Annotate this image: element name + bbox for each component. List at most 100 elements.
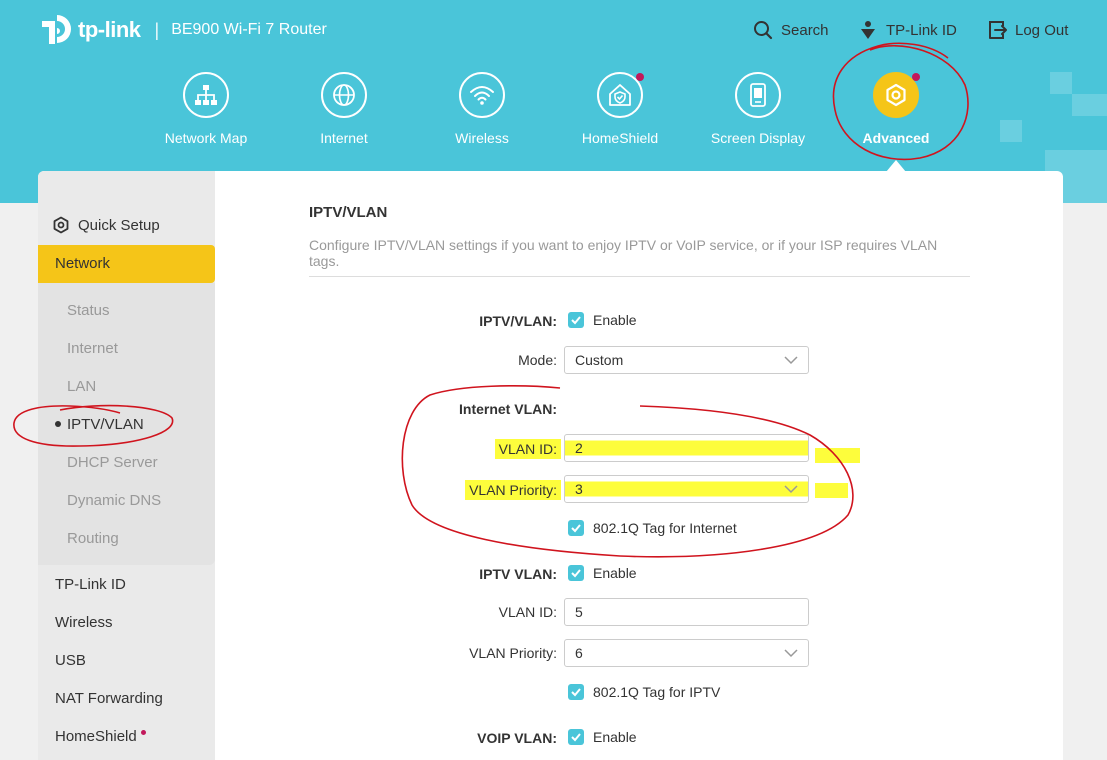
main-card: Quick Setup Network Status Internet LAN …: [38, 171, 1063, 760]
tplink-id-icon: [861, 21, 875, 39]
wifi-icon: [470, 86, 494, 105]
sidebar-subitem-internet[interactable]: Internet: [67, 340, 118, 357]
tplink-id-link[interactable]: TP-Link ID: [858, 20, 957, 40]
sidebar-item-usb[interactable]: USB: [55, 652, 86, 669]
priority-value: 6: [575, 645, 583, 661]
mode-value: Custom: [575, 352, 624, 368]
sidebar-item-homeshield[interactable]: HomeShield: [55, 728, 146, 745]
nav-advanced[interactable]: Advanced: [826, 72, 966, 146]
nav-circle: [597, 72, 644, 118]
priority-value: 3: [575, 481, 583, 497]
chevron-down-icon: [784, 356, 798, 365]
sidebar-subitem-lan[interactable]: LAN: [67, 378, 96, 395]
nav-circle: [873, 72, 920, 118]
tag-iptv-checkbox[interactable]: 802.1Q Tag for IPTV: [568, 684, 720, 700]
top-links: Search TP-Link ID Log Out: [0, 20, 1107, 44]
mode-label: Mode:: [518, 352, 557, 368]
nav-circle: [183, 72, 229, 118]
main-nav: Network Map Internet Wireless HomeShield: [0, 72, 1107, 162]
iptv-vlan-priority-select[interactable]: 6: [564, 639, 809, 667]
checkbox-label: 802.1Q Tag for IPTV: [593, 684, 721, 700]
screen-display-icon: [750, 83, 766, 107]
divider: [309, 276, 970, 277]
internet-vlan-id-label: VLAN ID:: [494, 439, 561, 459]
search-link[interactable]: Search: [753, 20, 829, 40]
nav-screen-display[interactable]: Screen Display: [688, 72, 828, 146]
current-item-bullet: [55, 421, 61, 427]
logout-link[interactable]: Log Out: [987, 20, 1068, 40]
sidebar: Quick Setup Network Status Internet LAN …: [38, 171, 215, 760]
iptv-vlan-priority-label: VLAN Priority:: [469, 645, 557, 661]
nav-homeshield[interactable]: HomeShield: [550, 72, 690, 146]
gear-icon: [53, 216, 69, 234]
search-link-label: Search: [781, 21, 829, 39]
iptv-vlan-enable-checkbox[interactable]: Enable: [568, 312, 637, 328]
check-icon: [571, 688, 581, 697]
mode-select[interactable]: Custom: [564, 346, 809, 374]
globe-icon: [333, 84, 355, 106]
check-icon: [571, 316, 581, 325]
quick-setup-label: Quick Setup: [78, 216, 160, 234]
checkbox-label: 802.1Q Tag for Internet: [593, 520, 737, 536]
nav-circle: [459, 72, 505, 118]
check-icon: [571, 524, 581, 533]
checkbox-label: Enable: [593, 312, 637, 328]
sidebar-item-label: HomeShield: [55, 728, 137, 745]
iptv-vlan-id-input[interactable]: [564, 598, 809, 626]
nav-label: Advanced: [862, 130, 930, 146]
homeshield-icon: [609, 84, 631, 106]
checkbox-box: [568, 312, 584, 328]
chevron-down-icon: [784, 485, 798, 494]
nav-wireless[interactable]: Wireless: [412, 72, 552, 146]
iptv-vlan-id-label: VLAN ID:: [498, 604, 557, 620]
checkbox-box: [568, 729, 584, 745]
gear-icon: [886, 83, 906, 107]
page-description: Configure IPTV/VLAN settings if you want…: [309, 237, 938, 269]
nav-label: Wireless: [455, 130, 509, 146]
voip-vlan-label: VOIP VLAN:: [477, 730, 557, 746]
nav-label: Screen Display: [710, 130, 806, 146]
iptv-vlan-section-label: IPTV VLAN:: [479, 566, 557, 582]
tag-internet-checkbox[interactable]: 802.1Q Tag for Internet: [568, 520, 737, 536]
nav-network-map[interactable]: Network Map: [136, 72, 276, 146]
sidebar-subitem-iptv-vlan[interactable]: IPTV/VLAN: [67, 416, 144, 433]
internet-vlan-priority-select[interactable]: 3: [564, 475, 809, 503]
nav-circle: [321, 72, 367, 118]
chevron-down-icon: [784, 649, 798, 658]
highlighter-mark: [815, 483, 848, 498]
checkbox-box: [568, 565, 584, 581]
search-icon: [754, 21, 773, 40]
notification-dot: [636, 73, 644, 81]
sidebar-subitem-dynamic-dns[interactable]: Dynamic DNS: [67, 492, 161, 509]
sidebar-item-tplink-id[interactable]: TP-Link ID: [55, 576, 126, 593]
internet-vlan-priority-label: VLAN Priority:: [465, 480, 561, 500]
sidebar-item-network[interactable]: Network: [38, 245, 215, 283]
nav-label: Internet: [320, 130, 368, 146]
sidebar-item-nat-forwarding[interactable]: NAT Forwarding: [55, 690, 163, 707]
check-icon: [571, 569, 581, 578]
sidebar-subitem-dhcp-server[interactable]: DHCP Server: [67, 454, 158, 471]
iptv-vlan-section-enable-checkbox[interactable]: Enable: [568, 565, 637, 581]
sidebar-item-quick-setup[interactable]: Quick Setup: [52, 216, 160, 234]
checkbox-box: [568, 520, 584, 536]
internet-vlan-id-input[interactable]: [564, 434, 809, 462]
sidebar-subitem-status[interactable]: Status: [67, 302, 110, 319]
check-icon: [571, 733, 581, 742]
logout-link-label: Log Out: [1015, 21, 1069, 39]
nav-internet[interactable]: Internet: [274, 72, 414, 146]
checkbox-box: [568, 684, 584, 700]
content-area: IPTV/VLAN Configure IPTV/VLAN settings i…: [215, 171, 1063, 760]
notification-dot: [140, 730, 146, 735]
sidebar-subitem-routing[interactable]: Routing: [67, 530, 119, 547]
sidebar-item-wireless[interactable]: Wireless: [55, 614, 113, 631]
nav-label: Network Map: [164, 130, 248, 146]
checkbox-label: Enable: [593, 565, 637, 581]
internet-vlan-heading: Internet VLAN:: [459, 401, 557, 417]
network-map-icon: [195, 85, 217, 105]
voip-vlan-enable-checkbox[interactable]: Enable: [568, 729, 637, 745]
logout-icon: [989, 21, 1007, 39]
nav-label: HomeShield: [581, 130, 659, 146]
page-title: IPTV/VLAN: [309, 204, 388, 221]
notification-dot: [912, 73, 920, 81]
nav-circle: [735, 72, 781, 118]
